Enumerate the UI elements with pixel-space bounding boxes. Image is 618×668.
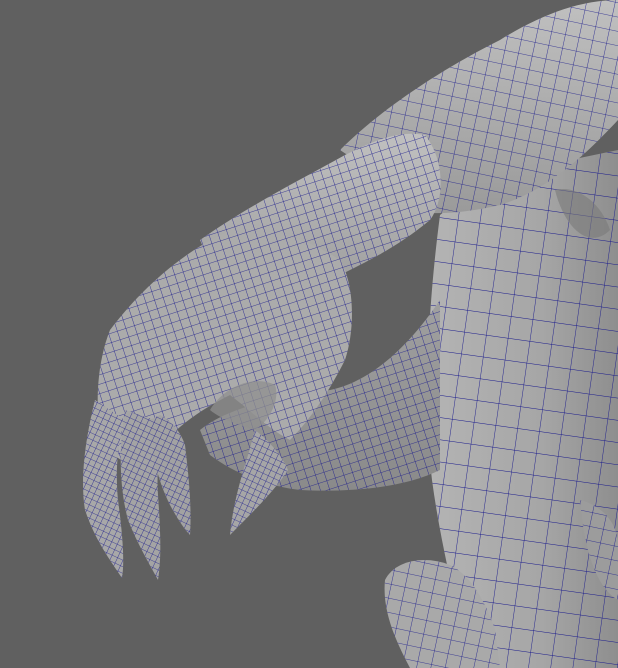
3d-viewport[interactable] bbox=[0, 0, 618, 668]
index-claw-mesh[interactable] bbox=[83, 400, 125, 578]
mesh-scene[interactable] bbox=[0, 0, 618, 668]
